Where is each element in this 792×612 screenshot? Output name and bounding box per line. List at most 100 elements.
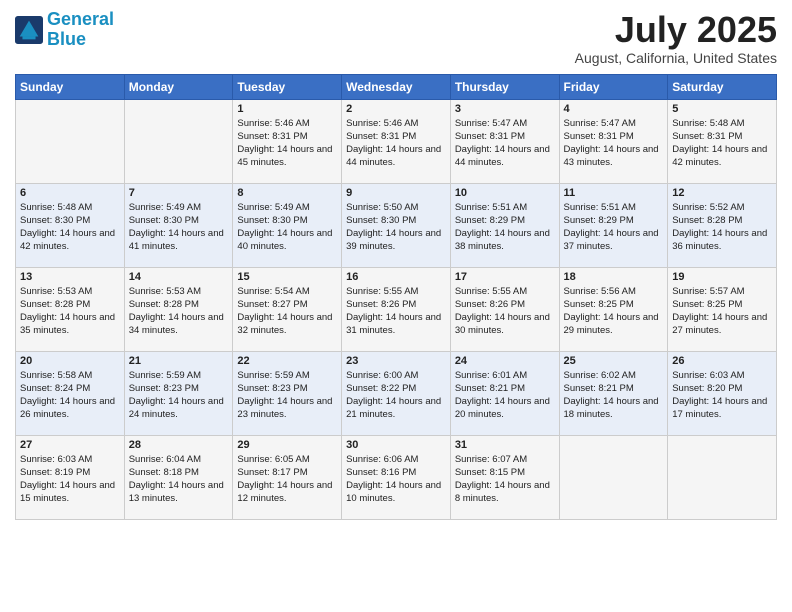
title-block: July 2025 August, California, United Sta… <box>575 10 777 66</box>
cell-content: Sunrise: 5:57 AM Sunset: 8:25 PM Dayligh… <box>672 285 772 338</box>
calendar-cell: 20 Sunrise: 5:58 AM Sunset: 8:24 PM Dayli… <box>16 351 125 435</box>
calendar-week-1: 1 Sunrise: 5:46 AM Sunset: 8:31 PM Daylig… <box>16 99 777 183</box>
weekday-header-saturday: Saturday <box>668 74 777 99</box>
day-number: 8 <box>237 187 337 199</box>
logo-text: General Blue <box>47 10 114 50</box>
day-number: 19 <box>672 271 772 283</box>
calendar-cell: 10Sunrise: 5:51 AM Sunset: 8:29 PM Dayli… <box>450 183 559 267</box>
cell-content: Sunrise: 5:55 AM Sunset: 8:26 PM Dayligh… <box>455 285 555 338</box>
calendar-cell: 25 Sunrise: 6:02 AM Sunset: 8:21 PM Dayli… <box>559 351 668 435</box>
day-number: 17 <box>455 271 555 283</box>
day-number: 3 <box>455 103 555 115</box>
calendar-cell: 6 Sunrise: 5:48 AM Sunset: 8:30 PM Daylig… <box>16 183 125 267</box>
page: General Blue July 2025 August, Californi… <box>0 0 792 612</box>
cell-content: Sunrise: 5:56 AM Sunset: 8:25 PM Dayligh… <box>564 285 664 338</box>
header: General Blue July 2025 August, Californi… <box>15 10 777 66</box>
day-number: 7 <box>129 187 229 199</box>
cell-content: Sunrise: 5:48 AM Sunset: 8:30 PM Dayligh… <box>20 201 120 254</box>
day-number: 9 <box>346 187 446 199</box>
cell-content: Sunrise: 5:49 AM Sunset: 8:30 PM Dayligh… <box>237 201 337 254</box>
cell-content: Sunrise: 5:59 AM Sunset: 8:23 PM Dayligh… <box>237 369 337 422</box>
calendar-cell: 7 Sunrise: 5:49 AM Sunset: 8:30 PM Daylig… <box>124 183 233 267</box>
day-number: 21 <box>129 355 229 367</box>
day-number: 15 <box>237 271 337 283</box>
cell-content: Sunrise: 6:01 AM Sunset: 8:21 PM Dayligh… <box>455 369 555 422</box>
cell-content: Sunrise: 5:47 AM Sunset: 8:31 PM Dayligh… <box>455 117 555 170</box>
calendar-cell: 11Sunrise: 5:51 AM Sunset: 8:29 PM Dayli… <box>559 183 668 267</box>
day-number: 26 <box>672 355 772 367</box>
day-number: 6 <box>20 187 120 199</box>
weekday-header-tuesday: Tuesday <box>233 74 342 99</box>
calendar-cell: 12 Sunrise: 5:52 AM Sunset: 8:28 PM Dayli… <box>668 183 777 267</box>
calendar-cell: 28Sunrise: 6:04 AM Sunset: 8:18 PM Dayli… <box>124 435 233 519</box>
weekday-header-row: SundayMondayTuesdayWednesdayThursdayFrid… <box>16 74 777 99</box>
day-number: 18 <box>564 271 664 283</box>
cell-content: Sunrise: 6:03 AM Sunset: 8:20 PM Dayligh… <box>672 369 772 422</box>
cell-content: Sunrise: 5:58 AM Sunset: 8:24 PM Dayligh… <box>20 369 120 422</box>
day-number: 11 <box>564 187 664 199</box>
weekday-header-friday: Friday <box>559 74 668 99</box>
cell-content: Sunrise: 5:52 AM Sunset: 8:28 PM Dayligh… <box>672 201 772 254</box>
cell-content: Sunrise: 5:59 AM Sunset: 8:23 PM Dayligh… <box>129 369 229 422</box>
calendar-cell <box>124 99 233 183</box>
cell-content: Sunrise: 5:46 AM Sunset: 8:31 PM Dayligh… <box>237 117 337 170</box>
cell-content: Sunrise: 5:46 AM Sunset: 8:31 PM Dayligh… <box>346 117 446 170</box>
day-number: 16 <box>346 271 446 283</box>
calendar-cell: 8 Sunrise: 5:49 AM Sunset: 8:30 PM Daylig… <box>233 183 342 267</box>
calendar-cell: 5 Sunrise: 5:48 AM Sunset: 8:31 PM Daylig… <box>668 99 777 183</box>
calendar-cell: 14 Sunrise: 5:53 AM Sunset: 8:28 PM Dayli… <box>124 267 233 351</box>
logo: General Blue <box>15 10 114 50</box>
day-number: 4 <box>564 103 664 115</box>
calendar-cell: 9 Sunrise: 5:50 AM Sunset: 8:30 PM Daylig… <box>342 183 451 267</box>
cell-content: Sunrise: 5:50 AM Sunset: 8:30 PM Dayligh… <box>346 201 446 254</box>
calendar-cell: 29 Sunrise: 6:05 AM Sunset: 8:17 PM Dayli… <box>233 435 342 519</box>
day-number: 1 <box>237 103 337 115</box>
calendar-cell <box>16 99 125 183</box>
calendar-cell: 2 Sunrise: 5:46 AM Sunset: 8:31 PM Daylig… <box>342 99 451 183</box>
day-number: 23 <box>346 355 446 367</box>
weekday-header-sunday: Sunday <box>16 74 125 99</box>
cell-content: Sunrise: 5:53 AM Sunset: 8:28 PM Dayligh… <box>129 285 229 338</box>
calendar-cell: 3 Sunrise: 5:47 AM Sunset: 8:31 PM Daylig… <box>450 99 559 183</box>
calendar-cell: 13Sunrise: 5:53 AM Sunset: 8:28 PM Dayli… <box>16 267 125 351</box>
day-number: 2 <box>346 103 446 115</box>
cell-content: Sunrise: 6:05 AM Sunset: 8:17 PM Dayligh… <box>237 453 337 506</box>
calendar-week-5: 27Sunrise: 6:03 AM Sunset: 8:19 PM Dayli… <box>16 435 777 519</box>
cell-content: Sunrise: 5:47 AM Sunset: 8:31 PM Dayligh… <box>564 117 664 170</box>
day-number: 27 <box>20 439 120 451</box>
calendar-cell: 24Sunrise: 6:01 AM Sunset: 8:21 PM Dayli… <box>450 351 559 435</box>
calendar-cell <box>559 435 668 519</box>
calendar-cell: 1 Sunrise: 5:46 AM Sunset: 8:31 PM Daylig… <box>233 99 342 183</box>
location: August, California, United States <box>575 50 777 66</box>
calendar-table: SundayMondayTuesdayWednesdayThursdayFrid… <box>15 74 777 520</box>
cell-content: Sunrise: 5:49 AM Sunset: 8:30 PM Dayligh… <box>129 201 229 254</box>
day-number: 22 <box>237 355 337 367</box>
day-number: 20 <box>20 355 120 367</box>
calendar-cell: 23 Sunrise: 6:00 AM Sunset: 8:22 PM Dayli… <box>342 351 451 435</box>
day-number: 5 <box>672 103 772 115</box>
calendar-cell: 15Sunrise: 5:54 AM Sunset: 8:27 PM Dayli… <box>233 267 342 351</box>
cell-content: Sunrise: 6:02 AM Sunset: 8:21 PM Dayligh… <box>564 369 664 422</box>
cell-content: Sunrise: 6:06 AM Sunset: 8:16 PM Dayligh… <box>346 453 446 506</box>
calendar-week-4: 20 Sunrise: 5:58 AM Sunset: 8:24 PM Dayli… <box>16 351 777 435</box>
cell-content: Sunrise: 6:00 AM Sunset: 8:22 PM Dayligh… <box>346 369 446 422</box>
cell-content: Sunrise: 5:53 AM Sunset: 8:28 PM Dayligh… <box>20 285 120 338</box>
day-number: 25 <box>564 355 664 367</box>
day-number: 14 <box>129 271 229 283</box>
calendar-cell: 4 Sunrise: 5:47 AM Sunset: 8:31 PM Daylig… <box>559 99 668 183</box>
cell-content: Sunrise: 5:51 AM Sunset: 8:29 PM Dayligh… <box>455 201 555 254</box>
cell-content: Sunrise: 5:55 AM Sunset: 8:26 PM Dayligh… <box>346 285 446 338</box>
month-title: July 2025 <box>575 10 777 50</box>
calendar-cell: 31Sunrise: 6:07 AM Sunset: 8:15 PM Dayli… <box>450 435 559 519</box>
cell-content: Sunrise: 6:07 AM Sunset: 8:15 PM Dayligh… <box>455 453 555 506</box>
calendar-week-3: 13Sunrise: 5:53 AM Sunset: 8:28 PM Dayli… <box>16 267 777 351</box>
weekday-header-thursday: Thursday <box>450 74 559 99</box>
cell-content: Sunrise: 5:48 AM Sunset: 8:31 PM Dayligh… <box>672 117 772 170</box>
calendar-cell: 16 Sunrise: 5:55 AM Sunset: 8:26 PM Dayli… <box>342 267 451 351</box>
calendar-cell <box>668 435 777 519</box>
day-number: 12 <box>672 187 772 199</box>
day-number: 29 <box>237 439 337 451</box>
calendar-cell: 27Sunrise: 6:03 AM Sunset: 8:19 PM Dayli… <box>16 435 125 519</box>
calendar-cell: 19 Sunrise: 5:57 AM Sunset: 8:25 PM Dayli… <box>668 267 777 351</box>
calendar-cell: 26 Sunrise: 6:03 AM Sunset: 8:20 PM Dayli… <box>668 351 777 435</box>
